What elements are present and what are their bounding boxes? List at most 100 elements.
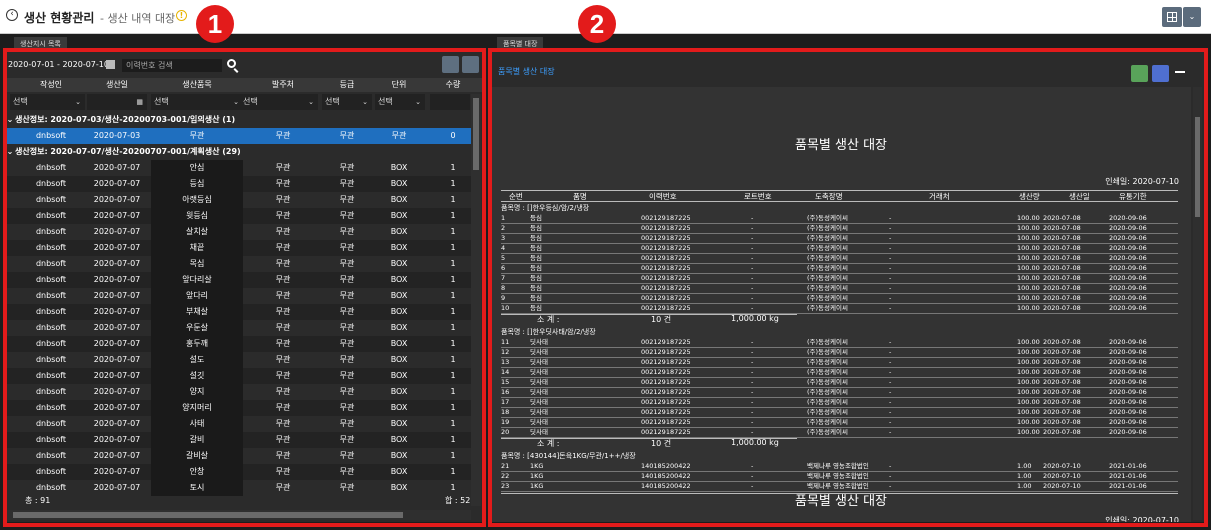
report-cell: - [889, 284, 892, 292]
column-filter[interactable]: 선택 ⌄ [240, 94, 318, 110]
table-cell: 1 [450, 355, 456, 364]
folder-button[interactable] [462, 56, 479, 73]
table-cell: 1 [450, 307, 456, 316]
table-row[interactable]: dnbsoft 2020-07-07 앞다리살 무관 무관 BOX 1 [5, 272, 471, 288]
tab-production-orders[interactable]: 생산지시 목록 [14, 37, 67, 51]
tab-item-ledger[interactable]: 품목별 대장 [497, 37, 544, 51]
table-row[interactable]: dnbsoft 2020-07-07 갈비살 무관 무관 BOX 1 [5, 448, 471, 464]
column-filter[interactable]: 선택 ⌄ [322, 94, 372, 110]
report-cell: 2020-07-08 [1043, 398, 1081, 406]
table-row[interactable]: dnbsoft 2020-07-07 갈비 무관 무관 BOX 1 [5, 432, 471, 448]
column-header[interactable]: 단위 [375, 78, 423, 92]
open-folder-button[interactable] [442, 56, 459, 73]
table-row[interactable]: dnbsoft 2020-07-07 양지 무관 무관 BOX 1 [5, 384, 471, 400]
column-filter[interactable]: ▦ [87, 94, 147, 110]
table-row[interactable]: dnbsoft 2020-07-07 부채살 무관 무관 BOX 1 [5, 304, 471, 320]
vertical-scrollbar[interactable] [471, 94, 481, 506]
report-row: 20 딧사태 002129187225 - (주)동성케이씨 - 100.00 2020-07… [501, 427, 1178, 438]
table-row[interactable]: dnbsoft 2020-07-07 우둔살 무관 무관 BOX 1 [5, 320, 471, 336]
scroll-thumb[interactable] [1195, 117, 1200, 217]
table-cell: 1 [450, 435, 456, 444]
report-cell: 2020-07-08 [1043, 368, 1081, 376]
report-cell: - [751, 358, 754, 366]
group-row[interactable]: ⌄ 생산정보: 2020-07-03/생산-20200703-001/임의생산 (… [5, 112, 471, 128]
table-cell: 갈비 [151, 432, 243, 448]
table-row[interactable]: dnbsoft 2020-07-07 홍두깨 무관 무관 BOX 1 [5, 336, 471, 352]
column-filter[interactable]: 선택 ⌄ [10, 94, 85, 110]
report-cell: 등심 [530, 224, 542, 232]
search-icon[interactable] [227, 59, 236, 68]
column-header[interactable]: 등급 [322, 78, 372, 92]
chevron-down-icon[interactable]: ⌄ [1183, 7, 1201, 27]
table-cell: 아랫등심 [151, 192, 243, 208]
report-cell: 백제나루 영농조합법인 [807, 472, 869, 480]
column-filter[interactable]: 선택 ⌄ [151, 94, 243, 110]
annotation-badge-2: 2 [578, 5, 616, 43]
column-header[interactable]: 발주처 [248, 78, 318, 92]
table-row[interactable]: dnbsoft 2020-07-07 설도 무관 무관 BOX 1 [5, 352, 471, 368]
scroll-thumb[interactable] [473, 98, 479, 170]
table-row[interactable]: dnbsoft 2020-07-07 목심 무관 무관 BOX 1 [5, 256, 471, 272]
table-cell: 무관 [339, 195, 355, 204]
column-header[interactable]: 생산품목 [151, 78, 243, 92]
table-cell: 무관 [339, 259, 355, 268]
table-cell: dnbsoft [35, 451, 67, 460]
report-subtotal: 소 계 : 10 건 1,000.00 kg [501, 314, 1178, 326]
report-scrollbar[interactable] [1193, 87, 1202, 520]
report-rule [501, 314, 797, 315]
report-cell: 100.00 [1017, 254, 1040, 262]
table-cell: BOX [390, 243, 408, 252]
table-cell: BOX [390, 355, 408, 364]
table-row[interactable]: dnbsoft 2020-07-07 아랫등심 무관 무관 BOX 1 [5, 192, 471, 208]
group-row[interactable]: ⌄ 생산정보: 2020-07-07/생산-20200707-001/계획생산 (… [5, 144, 471, 160]
chevron-down-icon[interactable]: ⌄ [5, 112, 15, 128]
horizontal-scrollbar[interactable] [5, 510, 471, 520]
report-cell: 2020-09-06 [1109, 378, 1147, 386]
table-row[interactable]: dnbsoft 2020-07-07 윗등심 무관 무관 BOX 1 [5, 208, 471, 224]
report-cell: 2020-09-06 [1109, 418, 1147, 426]
calendar-icon[interactable] [106, 60, 115, 69]
column-header[interactable]: 수량 [433, 78, 473, 92]
print-button[interactable] [1152, 65, 1169, 82]
table-row[interactable]: dnbsoft 2020-07-03 무관 무관 무관 무관 0 [5, 128, 471, 144]
report-cell: 140185200422 [641, 462, 691, 470]
column-filter[interactable] [430, 94, 470, 110]
column-header[interactable]: 생산일 [87, 78, 147, 92]
table-row[interactable]: dnbsoft 2020-07-07 양지머리 무관 무관 BOX 1 [5, 400, 471, 416]
table-row[interactable]: dnbsoft 2020-07-07 안심 무관 무관 BOX 1 [5, 160, 471, 176]
table-cell: 앞다리 [151, 288, 243, 304]
table-row[interactable]: dnbsoft 2020-07-07 등심 무관 무관 BOX 1 [5, 176, 471, 192]
table-cell: 등심 [151, 176, 243, 192]
report-cell: 딧사태 [530, 358, 548, 366]
back-icon[interactable]: ‹ [6, 9, 18, 21]
layout-grid-button[interactable] [1162, 7, 1182, 27]
scroll-thumb[interactable] [13, 512, 403, 518]
table-row[interactable]: dnbsoft 2020-07-07 사태 무관 무관 BOX 1 [5, 416, 471, 432]
subtotal-label: 소 계 : [537, 315, 560, 324]
minimize-icon[interactable] [1175, 71, 1185, 73]
table-cell: 1 [450, 371, 456, 380]
table-row[interactable]: dnbsoft 2020-07-07 살치살 무관 무관 BOX 1 [5, 224, 471, 240]
column-header[interactable]: 작성인 [25, 78, 77, 92]
trace-search-input[interactable]: 이력번호 검색 [122, 59, 222, 72]
calendar-icon[interactable]: ▦ [136, 94, 143, 110]
table-row[interactable]: dnbsoft 2020-07-07 안창 무관 무관 BOX 1 [5, 464, 471, 480]
subtotal-weight: 1,000.00 kg [731, 314, 779, 323]
report-cell: 2020-07-08 [1043, 214, 1081, 222]
report-cell: (주)동성케이씨 [807, 294, 848, 302]
report-cell: (주)동성케이씨 [807, 418, 848, 426]
column-filter[interactable]: 선택 ⌄ [375, 94, 425, 110]
table-row[interactable]: dnbsoft 2020-07-07 채끝 무관 무관 BOX 1 [5, 240, 471, 256]
chevron-down-icon[interactable]: ⌄ [5, 144, 15, 160]
excel-export-button[interactable] [1131, 65, 1148, 82]
table-row[interactable]: dnbsoft 2020-07-07 설깃 무관 무관 BOX 1 [5, 368, 471, 384]
info-icon[interactable]: ! [176, 10, 187, 21]
filter-select-label: 선택 [13, 97, 28, 106]
table-cell: dnbsoft [35, 467, 67, 476]
table-cell: BOX [390, 387, 408, 396]
report-cell: 100.00 [1017, 408, 1040, 416]
date-range-input[interactable]: 2020-07-01 - 2020-07-10 [5, 56, 109, 73]
table-row[interactable]: dnbsoft 2020-07-07 앞다리 무관 무관 BOX 1 [5, 288, 471, 304]
report-cell: 002129187225 [641, 338, 691, 346]
report-cell: (주)동성케이씨 [807, 264, 848, 272]
